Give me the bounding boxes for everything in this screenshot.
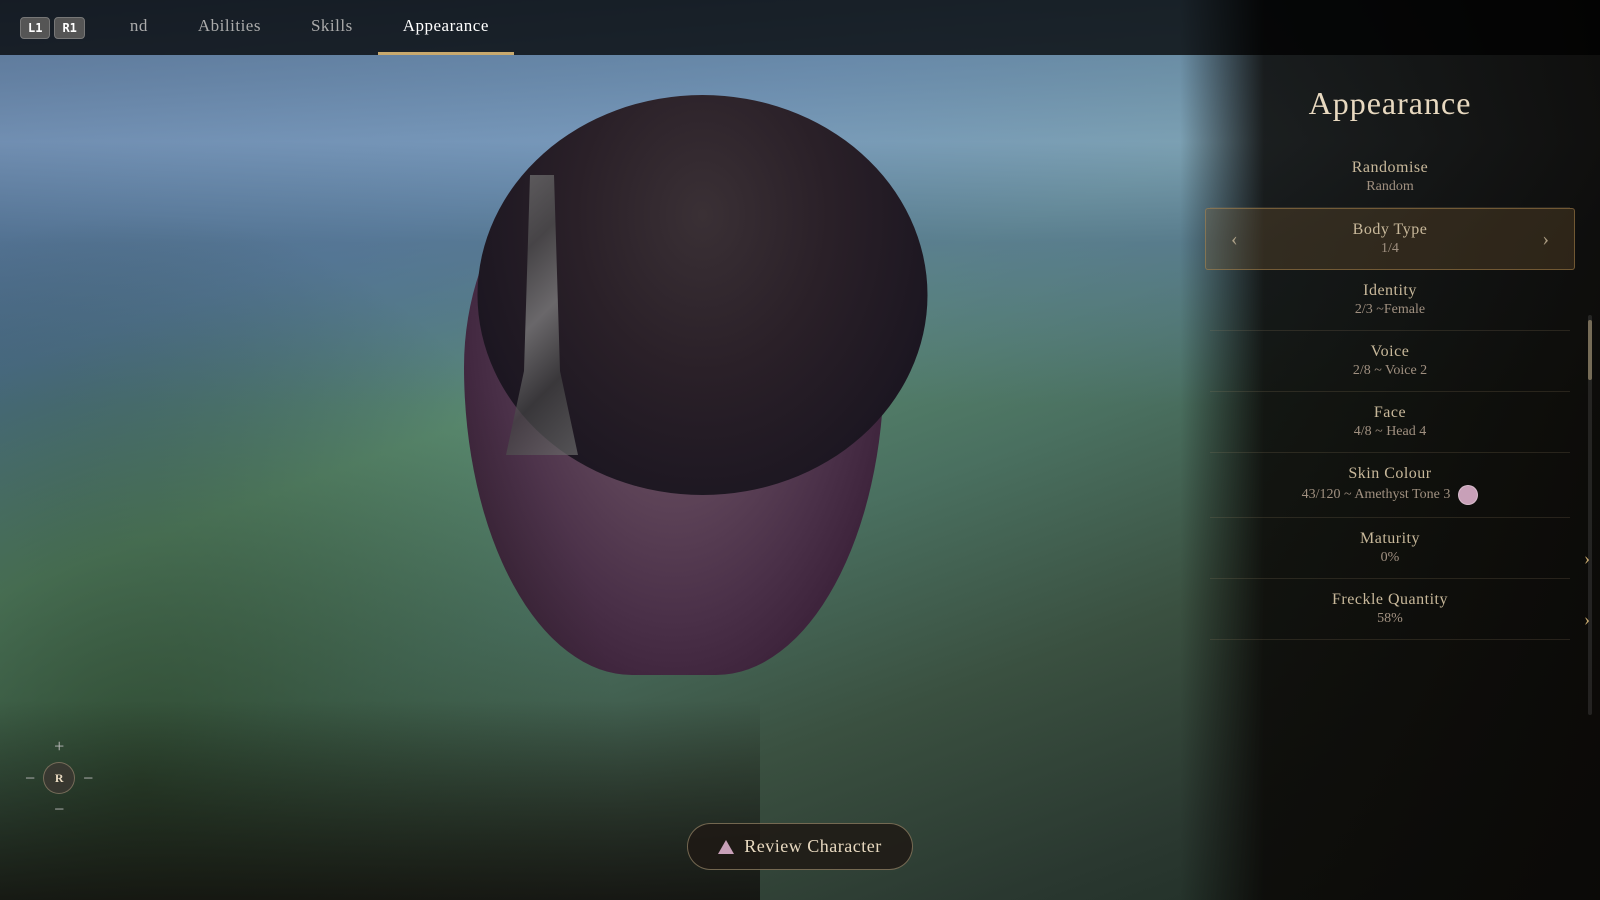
skin-colour-option[interactable]: Skin Colour 43/120 ~ Amethyst Tone 3 (1210, 453, 1570, 518)
face-value: 4/8 ~ Head 4 (1210, 424, 1570, 440)
zoom-in-row: + (54, 736, 64, 757)
zoom-out-symbol[interactable]: − (54, 799, 64, 820)
body-type-prev-arrow[interactable]: ‹ (1221, 223, 1248, 256)
review-btn-label: Review Character (744, 836, 881, 857)
body-type-content: Body Type 1/4 (1248, 221, 1533, 257)
body-type-next-arrow[interactable]: › (1532, 223, 1559, 256)
character-viewport (0, 55, 1180, 900)
face-label: Face (1210, 404, 1570, 422)
skin-colour-text: 43/120 ~ Amethyst Tone 3 (1302, 487, 1451, 503)
voice-option[interactable]: Voice 2/8 ~ Voice 2 (1210, 331, 1570, 392)
zoom-out-row: − (54, 799, 64, 820)
identity-label: Identity (1210, 282, 1570, 300)
freckle-quantity-option[interactable]: Freckle Quantity 58% › (1210, 579, 1570, 640)
rotate-row: − R − (25, 762, 93, 794)
pan-left-symbol[interactable]: − (25, 768, 35, 789)
skin-colour-swatch[interactable] (1458, 485, 1478, 505)
rotate-button[interactable]: R (43, 762, 75, 794)
skin-colour-label: Skin Colour (1210, 465, 1570, 483)
body-type-option[interactable]: ‹ Body Type 1/4 › (1205, 208, 1575, 270)
randomise-label: Randomise (1210, 159, 1570, 177)
bottom-dark-overlay (0, 700, 760, 900)
voice-label: Voice (1210, 343, 1570, 361)
scroll-thumb[interactable] (1588, 320, 1592, 380)
randomise-option[interactable]: Randomise Random (1210, 147, 1570, 208)
body-type-label: Body Type (1248, 221, 1533, 239)
top-navigation: L1 R1 nd Abilities Skills Appearance (0, 0, 1600, 55)
nav-tabs: nd Abilities Skills Appearance (105, 0, 514, 55)
pan-right-symbol[interactable]: − (83, 768, 93, 789)
r1-button[interactable]: R1 (54, 17, 84, 39)
nav-button-group: L1 R1 (20, 17, 85, 39)
tab-abilities[interactable]: Abilities (173, 0, 286, 55)
identity-option[interactable]: Identity 2/3 ~Female (1210, 270, 1570, 331)
maturity-option[interactable]: Maturity 0% › (1210, 518, 1570, 579)
tab-nd[interactable]: nd (105, 0, 173, 55)
l1-button[interactable]: L1 (20, 17, 50, 39)
maturity-label: Maturity (1210, 530, 1570, 548)
freckle-quantity-value-row: 58% › (1210, 611, 1570, 627)
body-type-value: 1/4 (1248, 241, 1533, 257)
freckle-quantity-label: Freckle Quantity (1210, 591, 1570, 609)
maturity-value-row: 0% › (1210, 550, 1570, 566)
tab-appearance[interactable]: Appearance (378, 0, 514, 55)
maturity-value: 0% (1381, 550, 1400, 566)
skin-colour-value: 43/120 ~ Amethyst Tone 3 (1210, 485, 1570, 505)
appearance-panel: Appearance Randomise Random ‹ Body Type … (1180, 55, 1600, 900)
triangle-icon (718, 840, 734, 854)
randomise-value: Random (1210, 179, 1570, 195)
identity-value: 2/3 ~Female (1210, 302, 1570, 318)
tab-skills[interactable]: Skills (286, 0, 378, 55)
review-character-button[interactable]: Review Character (687, 823, 912, 870)
voice-value: 2/8 ~ Voice 2 (1210, 363, 1570, 379)
panel-title: Appearance (1210, 85, 1570, 122)
freckle-quantity-value: 58% (1377, 611, 1403, 627)
zoom-in-symbol[interactable]: + (54, 736, 64, 757)
scroll-track[interactable] (1588, 315, 1592, 715)
face-option[interactable]: Face 4/8 ~ Head 4 (1210, 392, 1570, 453)
camera-controls: + − R − − (25, 736, 93, 820)
bottom-controls: Review Character (0, 823, 1600, 870)
